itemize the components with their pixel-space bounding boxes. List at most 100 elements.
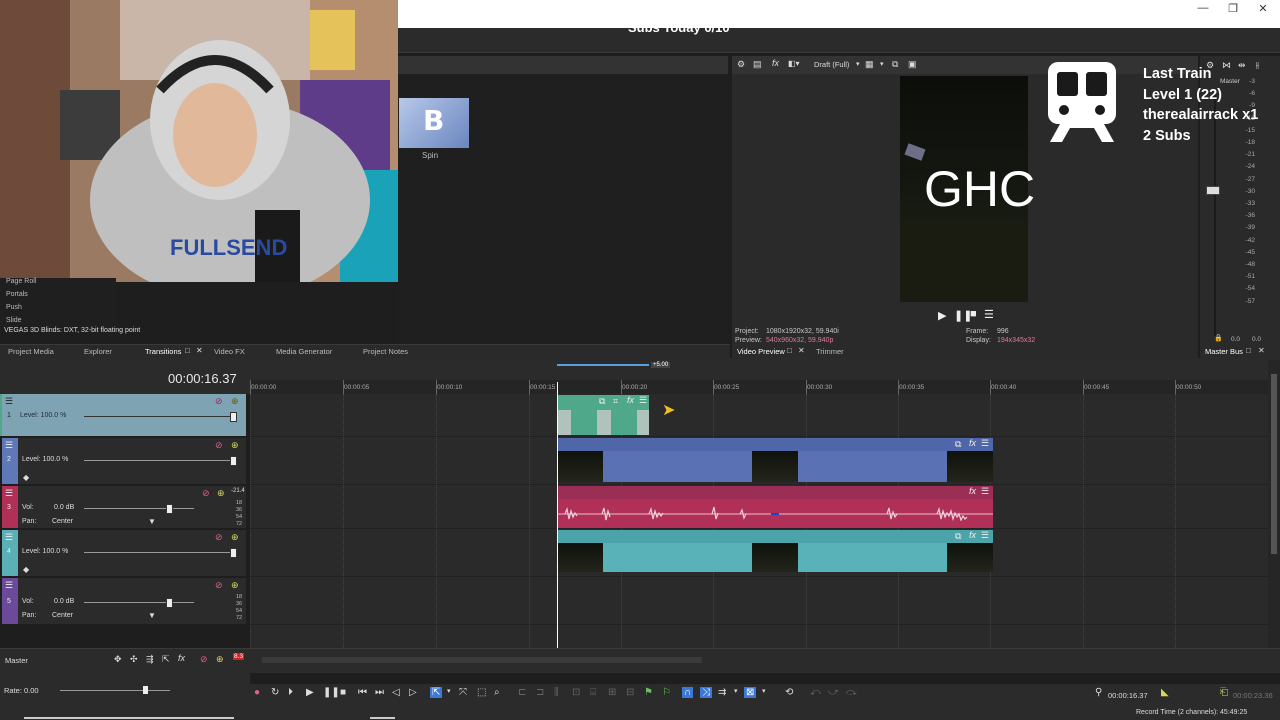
snap-icon[interactable]: ∩ (682, 687, 694, 698)
level-slider-track[interactable] (84, 416, 234, 417)
undock-icon[interactable]: □ (1246, 347, 1254, 355)
tab-master-bus[interactable]: Master Bus (1205, 347, 1243, 356)
dim-icon[interactable]: ⇶ (146, 654, 154, 665)
fx-icon[interactable]: fx (178, 653, 185, 663)
crop-icon[interactable]: ⌗ (613, 396, 618, 407)
loop-region-bar[interactable] (557, 364, 649, 366)
audio-clip-track-3[interactable]: fx ☰ (557, 486, 993, 528)
fx-icon[interactable]: fx (627, 395, 634, 405)
fx-icon[interactable]: fx (969, 486, 976, 496)
properties-icon[interactable]: ▤ (753, 59, 762, 70)
track-menu-icon[interactable]: ☰ (5, 396, 13, 407)
event-pan-crop-icon[interactable]: ⟲ (785, 687, 793, 698)
track-menu-icon[interactable]: ☰ (5, 580, 13, 591)
expand-icon[interactable]: ◆ (23, 565, 29, 574)
fx-icon[interactable]: fx (772, 58, 779, 68)
track-header-3[interactable]: ☰ 3 Vol: 0.0 dB Pan: Center ▼ ⊘ ⊕ -21.4 … (2, 486, 246, 528)
overlays-icon[interactable]: ▦ (865, 59, 874, 70)
tab-transitions[interactable]: Transitions (145, 347, 181, 356)
maximize-icon[interactable]: ❐ (1226, 2, 1240, 16)
solo-icon[interactable]: ⊕ (216, 654, 224, 665)
level-slider-knob[interactable] (230, 456, 237, 466)
minimize-icon[interactable]: — (1196, 2, 1210, 16)
clip-menu-icon[interactable]: ☰ (981, 530, 989, 541)
list-item[interactable]: Slide (6, 317, 22, 324)
list-item[interactable]: Page Roll (6, 278, 36, 285)
gear-icon[interactable]: ⚙ (737, 59, 745, 70)
pan-crop-icon[interactable]: ⧉ (599, 396, 605, 407)
play-from-start-icon[interactable]: ⏵ (288, 687, 293, 698)
horizontal-scrollbar[interactable] (262, 657, 702, 663)
vol-slider-knob[interactable] (166, 504, 173, 514)
close-tab-icon[interactable]: ✕ (1258, 347, 1266, 355)
solo-icon[interactable]: ⊕ (231, 532, 239, 543)
split-icon[interactable]: ⫼ (554, 687, 559, 698)
track-menu-icon[interactable]: ☰ (5, 532, 13, 543)
solo-icon[interactable]: ⊕ (231, 580, 239, 591)
rate-slider-knob[interactable] (143, 686, 148, 694)
track-menu-icon[interactable]: ☰ (5, 488, 13, 499)
loop-icon[interactable]: ↻ (271, 687, 279, 698)
tab-trimmer[interactable]: Trimmer (816, 347, 844, 356)
split-screen-icon[interactable]: ◧▾ (788, 59, 800, 68)
marker-icon[interactable]: ⚑ (644, 687, 653, 698)
trim-start-icon[interactable]: ⊏ (518, 687, 526, 698)
fx-icon[interactable]: fx (969, 530, 976, 540)
transition-thumbnail-spin[interactable]: B (399, 98, 469, 148)
track-header-5[interactable]: ☰ 5 Vol: 0.0 dB Pan: Center ▼ ⊘ ⊕ 18 36 … (2, 578, 246, 624)
track-menu-icon[interactable]: ☰ (5, 440, 13, 451)
track-header-4[interactable]: ☰ 4 Level: 100.0 % ⊘ ⊕ ◆ (2, 530, 246, 576)
group-icon[interactable]: ⊠ (744, 687, 757, 698)
tab-project-media[interactable]: Project Media (8, 347, 54, 356)
list-item[interactable]: Push (6, 304, 22, 311)
play-icon[interactable]: ▶ (306, 687, 314, 698)
clip-menu-icon[interactable]: ☰ (639, 395, 647, 406)
ripple-edit-icon[interactable]: ⇉ (718, 687, 726, 698)
mute-icon[interactable]: ⊘ (215, 532, 223, 543)
envelope-tool-icon[interactable]: ⤧ (459, 687, 467, 698)
lock-envelope-icon[interactable]: ⊞ (608, 687, 616, 698)
rate-slider-track[interactable] (60, 690, 170, 691)
fader-knob[interactable] (1206, 186, 1220, 195)
tab-project-notes[interactable]: Project Notes (363, 347, 408, 356)
close-icon[interactable]: ✕ (1256, 2, 1270, 16)
copy-snapshot-icon[interactable]: ⧉ (892, 59, 898, 70)
go-to-end-icon[interactable]: ⏭ (375, 687, 384, 698)
level-slider-knob[interactable] (230, 548, 237, 558)
stop-icon[interactable]: ■ (970, 308, 977, 320)
automation-icon[interactable]: ⇱ (162, 654, 170, 665)
tab-video-preview[interactable]: Video Preview (737, 347, 785, 356)
ripple-icon[interactable]: ⌸ (590, 687, 596, 698)
mute-icon[interactable]: ⊘ (215, 440, 223, 451)
redo-icon[interactable]: ⤻ (828, 687, 839, 698)
clip-menu-icon[interactable]: ☰ (981, 438, 989, 449)
save-snapshot-icon[interactable]: ▣ (908, 59, 917, 70)
close-tab-icon[interactable]: ✕ (798, 347, 806, 355)
chevron-down-icon[interactable]: ▾ (447, 687, 451, 695)
playhead-cursor[interactable] (557, 382, 558, 672)
lock-icon[interactable]: ⊡ (572, 687, 580, 698)
lock-icon[interactable]: 🔒 (1214, 334, 1223, 342)
next-frame-icon[interactable]: ▷ (409, 687, 417, 698)
scrollbar-thumb[interactable] (1271, 374, 1277, 554)
fx-icon[interactable]: fx (969, 438, 976, 448)
downmix-icon[interactable]: ✣ (130, 654, 138, 665)
timeline-ruler[interactable]: 00:00:00 00:00:05 00:00:10 00:00:15 00:00:20… (250, 380, 1268, 394)
mute-icon[interactable]: ⊘ (215, 580, 223, 591)
stop-icon[interactable]: ■ (340, 687, 346, 698)
expand-icon[interactable]: ◆ (23, 473, 29, 482)
clip-menu-icon[interactable]: ☰ (981, 486, 989, 497)
transition-clip[interactable]: ⧉ ⌗ fx ☰ (557, 395, 649, 435)
trim-end-icon[interactable]: ⊐ (536, 687, 544, 698)
region-icon[interactable]: ⚐ (662, 687, 671, 698)
pan-crop-icon[interactable]: ⧉ (955, 531, 961, 542)
undock-icon[interactable]: □ (787, 347, 795, 355)
preview-quality-dropdown[interactable]: Draft (Full) (814, 60, 849, 69)
vol-slider-track[interactable] (84, 602, 194, 603)
vol-slider-track[interactable] (84, 508, 194, 509)
mute-icon[interactable]: ⊘ (215, 396, 223, 407)
region-lock-icon[interactable]: ⊟ (626, 687, 634, 698)
video-clip-track-2[interactable]: ⧉ fx ☰ (557, 438, 993, 482)
undo-icon[interactable]: ⤺ (810, 687, 821, 698)
normal-edit-tool-icon[interactable]: ⇱ (430, 687, 443, 698)
